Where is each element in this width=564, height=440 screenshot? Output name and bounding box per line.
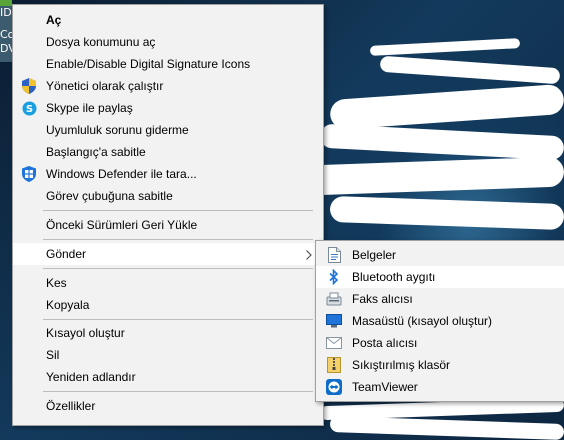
menu-item-pin-to-start[interactable]: Başlangıç'a sabitle [13,141,323,163]
menu-item-create-shortcut[interactable]: Kısayol oluştur [13,322,323,344]
teamviewer-icon [326,379,342,395]
menu-item-scan-defender[interactable]: Windows Defender ile tara... [13,163,323,185]
send-to-mail-recipient[interactable]: Posta alıcısı [316,332,564,354]
svg-text:S: S [25,104,32,115]
send-to-documents[interactable]: Belgeler [316,244,564,266]
menu-item-label: Kopyala [46,298,90,312]
send-to-desktop-shortcut[interactable]: Masaüstü (kısayol oluştur) [316,310,564,332]
menu-item-label: Yönetici olarak çalıştır [46,79,164,93]
menu-item-label: Windows Defender ile tara... [46,167,197,181]
menu-separator [43,239,313,240]
menu-item-properties[interactable]: Özellikler [13,395,323,417]
menu-item-rename[interactable]: Yeniden adlandır [13,366,323,388]
menu-separator [43,319,313,320]
desktop-icon-label: IDE [0,6,12,19]
menu-item-digital-signature-icons[interactable]: Enable/Disable Digital Signature Icons [13,53,323,75]
menu-item-restore-previous-versions[interactable]: Önceki Sürümleri Geri Yükle [13,214,323,236]
menu-separator [43,268,313,269]
menu-item-label: Faks alıcısı [352,292,413,306]
bluetooth-icon [326,269,342,285]
send-to-compressed-folder[interactable]: Sıkıştırılmış klasör [316,354,564,376]
menu-item-label: Yeniden adlandır [46,370,136,384]
menu-separator [43,391,313,392]
menu-item-pin-to-taskbar[interactable]: Görev çubuğuna sabitle [13,185,323,207]
menu-item-label: Dosya konumunu aç [46,35,156,49]
menu-item-label: Belgeler [352,248,397,262]
send-to-submenu: Belgeler Bluetooth aygıtı Faks alıcısı M… [315,240,564,402]
skype-icon: S [21,100,37,116]
menu-item-label: Aç [46,13,62,27]
menu-separator [43,210,313,211]
fax-icon [326,291,342,307]
menu-item-send-to[interactable]: Gönder [13,243,323,265]
menu-item-label: Skype ile paylaş [46,101,133,115]
menu-item-run-as-admin[interactable]: Yönetici olarak çalıştır [13,75,323,97]
menu-item-label: Uyumluluk sorunu giderme [46,123,189,137]
document-icon [326,247,342,263]
menu-item-label: Bluetooth aygıtı [352,270,436,284]
menu-item-label: TeamViewer [352,380,418,394]
menu-item-cut[interactable]: Kes [13,272,323,294]
desktop-icon-label: Co [0,28,12,41]
context-menu: Aç Dosya konumunu aç Enable/Disable Digi… [12,4,324,426]
menu-item-share-skype[interactable]: S Skype ile paylaş [13,97,323,119]
menu-item-label: Gönder [46,247,87,261]
desktop-icon-label: DV [0,42,12,55]
menu-item-label: Sil [46,348,60,362]
send-to-teamviewer[interactable]: TeamViewer [316,376,564,398]
menu-item-copy[interactable]: Kopyala [13,294,323,316]
desktop-icon [326,313,342,329]
send-to-bluetooth[interactable]: Bluetooth aygıtı [316,266,564,288]
menu-item-label: Posta alıcısı [352,336,418,350]
menu-item-label: Önceki Sürümleri Geri Yükle [46,218,198,232]
chevron-right-icon [305,249,313,260]
windows-defender-icon [21,166,37,182]
menu-item-open-file-location[interactable]: Dosya konumunu aç [13,31,323,53]
mail-icon [326,335,342,351]
menu-item-label: Masaüstü (kısayol oluştur) [352,314,493,328]
menu-item-label: Özellikler [46,399,96,413]
menu-item-label: Başlangıç'a sabitle [46,145,146,159]
menu-item-label: Kes [46,276,67,290]
menu-item-label: Sıkıştırılmış klasör [352,358,451,372]
menu-item-label: Enable/Disable Digital Signature Icons [46,57,251,71]
uac-shield-icon [21,78,37,94]
menu-item-delete[interactable]: Sil [13,344,323,366]
zip-folder-icon [326,357,342,373]
menu-item-open[interactable]: Aç [13,9,323,31]
menu-item-troubleshoot-compatibility[interactable]: Uyumluluk sorunu giderme [13,119,323,141]
send-to-fax[interactable]: Faks alıcısı [316,288,564,310]
menu-item-label: Görev çubuğuna sabitle [46,189,173,203]
menu-item-label: Kısayol oluştur [46,326,125,340]
